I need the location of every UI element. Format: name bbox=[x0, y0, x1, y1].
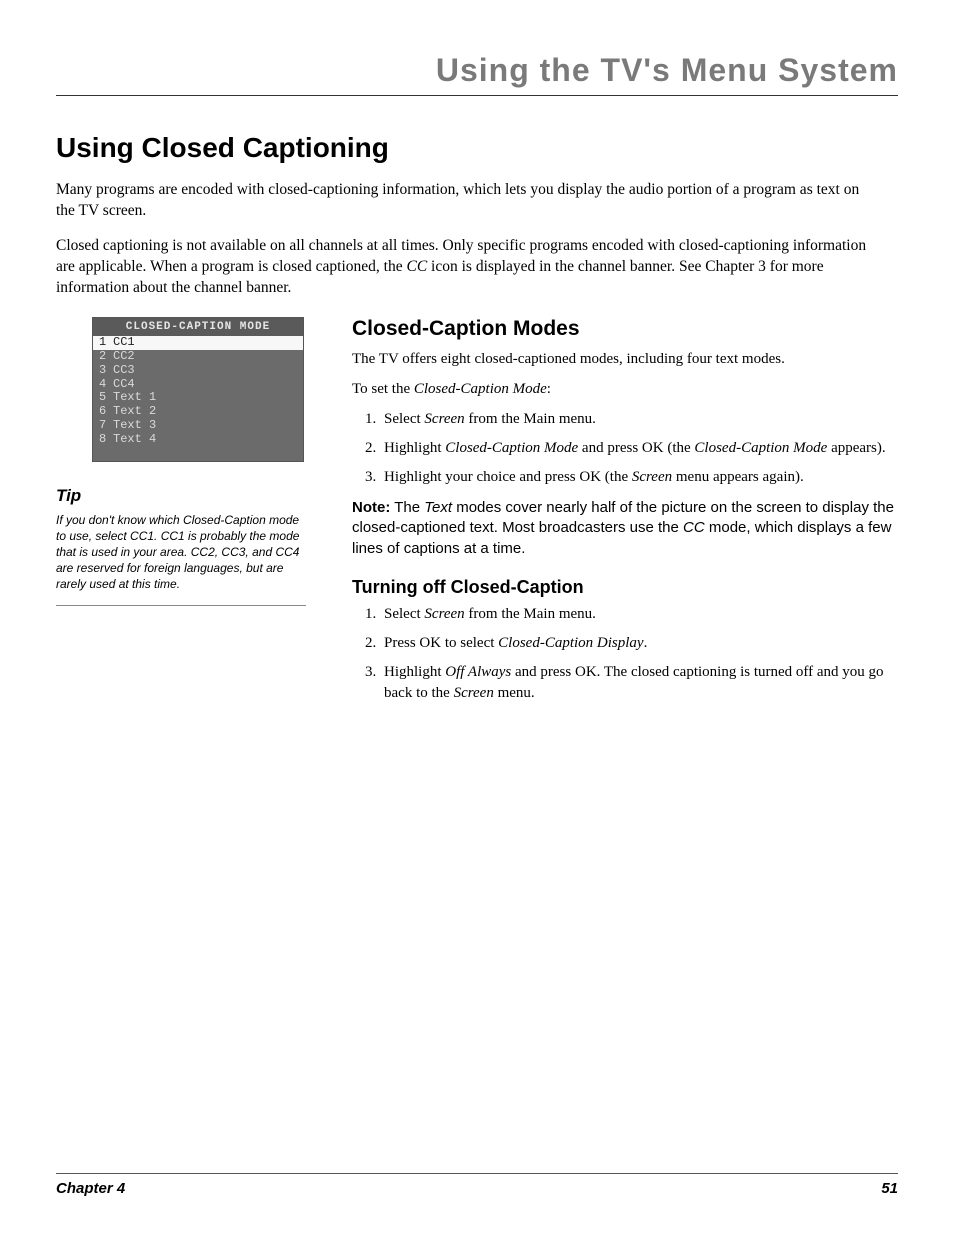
cc-row-label: CC1 bbox=[113, 335, 135, 349]
cc-menu-row-text3: 7Text 3 bbox=[93, 419, 303, 433]
modes-steps: Select Screen from the Main menu. Highli… bbox=[352, 409, 898, 488]
modes-p2-b: : bbox=[547, 381, 551, 397]
step-text: Select bbox=[384, 411, 424, 427]
step-text: Highlight bbox=[384, 440, 445, 456]
cc-row-num: 4 bbox=[99, 378, 113, 392]
cc-row-num: 7 bbox=[99, 419, 113, 433]
cc-row-num: 8 bbox=[99, 433, 113, 447]
modes-p1: The TV offers eight closed-captioned mod… bbox=[352, 349, 898, 369]
turning-off-heading: Turning off Closed-Caption bbox=[352, 577, 898, 598]
cc-row-label: Text 1 bbox=[113, 390, 156, 404]
step-text: menu appears again). bbox=[672, 469, 804, 485]
note-label: Note: bbox=[352, 499, 390, 516]
cc-menu-row-cc2: 2CC2 bbox=[93, 350, 303, 364]
step-text: menu. bbox=[494, 685, 535, 701]
step-text: and press OK (the bbox=[578, 440, 694, 456]
cc-row-label: Text 2 bbox=[113, 404, 156, 418]
closed-caption-modes-heading: Closed-Caption Modes bbox=[352, 317, 898, 341]
step-italic: Closed-Caption Mode bbox=[445, 440, 578, 456]
step-italic: Screen bbox=[424, 606, 464, 622]
step-text: Highlight bbox=[384, 664, 445, 680]
intro-paragraph-1: Many programs are encoded with closed-ca… bbox=[56, 180, 876, 222]
cc-row-num: 1 bbox=[99, 336, 113, 350]
page-title: Using Closed Captioning bbox=[56, 132, 898, 164]
cc-menu-row-cc3: 3CC3 bbox=[93, 364, 303, 378]
closed-caption-mode-menu: CLOSED-CAPTION MODE 1CC1 2CC2 3CC3 4CC4 … bbox=[92, 317, 304, 462]
cc-row-num: 2 bbox=[99, 350, 113, 364]
step-italic: Screen bbox=[424, 411, 464, 427]
note-text: The bbox=[390, 499, 424, 516]
turnoff-step-1: Select Screen from the Main menu. bbox=[380, 604, 898, 625]
step-italic: Closed-Caption Mode bbox=[694, 440, 827, 456]
cc-row-label: Text 4 bbox=[113, 432, 156, 446]
step-italic: Off Always bbox=[445, 664, 511, 680]
cc-row-label: CC3 bbox=[113, 363, 135, 377]
step-text: Highlight your choice and press OK (the bbox=[384, 469, 632, 485]
modes-step-1: Select Screen from the Main menu. bbox=[380, 409, 898, 430]
step-italic: Screen bbox=[454, 685, 494, 701]
turnoff-step-3: Highlight Off Always and press OK. The c… bbox=[380, 662, 898, 704]
step-text: Select bbox=[384, 606, 424, 622]
modes-p2: To set the Closed-Caption Mode: bbox=[352, 379, 898, 399]
footer-chapter: Chapter 4 bbox=[56, 1180, 125, 1197]
modes-p2-a: To set the bbox=[352, 381, 414, 397]
turnoff-step-2: Press OK to select Closed-Caption Displa… bbox=[380, 633, 898, 654]
cc-row-label: CC4 bbox=[113, 377, 135, 391]
intro-paragraph-2: Closed captioning is not available on al… bbox=[56, 236, 876, 299]
cc-row-num: 6 bbox=[99, 405, 113, 419]
modes-step-2: Highlight Closed-Caption Mode and press … bbox=[380, 438, 898, 459]
modes-step-3: Highlight your choice and press OK (the … bbox=[380, 467, 898, 488]
step-text: from the Main menu. bbox=[465, 606, 596, 622]
left-column: CLOSED-CAPTION MODE 1CC1 2CC2 3CC3 4CC4 … bbox=[56, 317, 316, 714]
cc-menu-row-text2: 6Text 2 bbox=[93, 405, 303, 419]
cc-row-label: CC2 bbox=[113, 349, 135, 363]
modes-p2-i: Closed-Caption Mode bbox=[414, 381, 547, 397]
step-text: Press OK to select bbox=[384, 635, 498, 651]
page: Using the TV's Menu System Using Closed … bbox=[0, 0, 954, 1235]
cc-row-num: 3 bbox=[99, 364, 113, 378]
two-column-layout: CLOSED-CAPTION MODE 1CC1 2CC2 3CC3 4CC4 … bbox=[56, 317, 898, 714]
right-column: Closed-Caption Modes The TV offers eight… bbox=[352, 317, 898, 714]
cc-menu-row-cc1: 1CC1 bbox=[93, 336, 303, 350]
note-italic: Text bbox=[424, 499, 452, 516]
cc-row-label: Text 3 bbox=[113, 418, 156, 432]
step-text: from the Main menu. bbox=[465, 411, 596, 427]
step-italic: Screen bbox=[632, 469, 672, 485]
tip-heading: Tip bbox=[56, 486, 316, 506]
turnoff-steps: Select Screen from the Main menu. Press … bbox=[352, 604, 898, 704]
page-footer: Chapter 4 51 bbox=[56, 1173, 898, 1197]
footer-page-number: 51 bbox=[881, 1180, 898, 1197]
intro2-cc: CC bbox=[406, 258, 427, 275]
step-text: . bbox=[644, 635, 648, 651]
cc-menu-row-cc4: 4CC4 bbox=[93, 378, 303, 392]
modes-note: Note: The Text modes cover nearly half o… bbox=[352, 498, 898, 559]
running-head: Using the TV's Menu System bbox=[56, 52, 898, 96]
step-text: appears). bbox=[827, 440, 885, 456]
cc-menu-row-text1: 5Text 1 bbox=[93, 391, 303, 405]
cc-row-num: 5 bbox=[99, 391, 113, 405]
step-italic: Closed-Caption Display bbox=[498, 635, 643, 651]
tip-body: If you don't know which Closed-Caption m… bbox=[56, 512, 306, 606]
cc-menu-row-text4: 8Text 4 bbox=[93, 433, 303, 447]
cc-menu-title: CLOSED-CAPTION MODE bbox=[93, 318, 303, 337]
note-italic: CC bbox=[683, 519, 705, 536]
